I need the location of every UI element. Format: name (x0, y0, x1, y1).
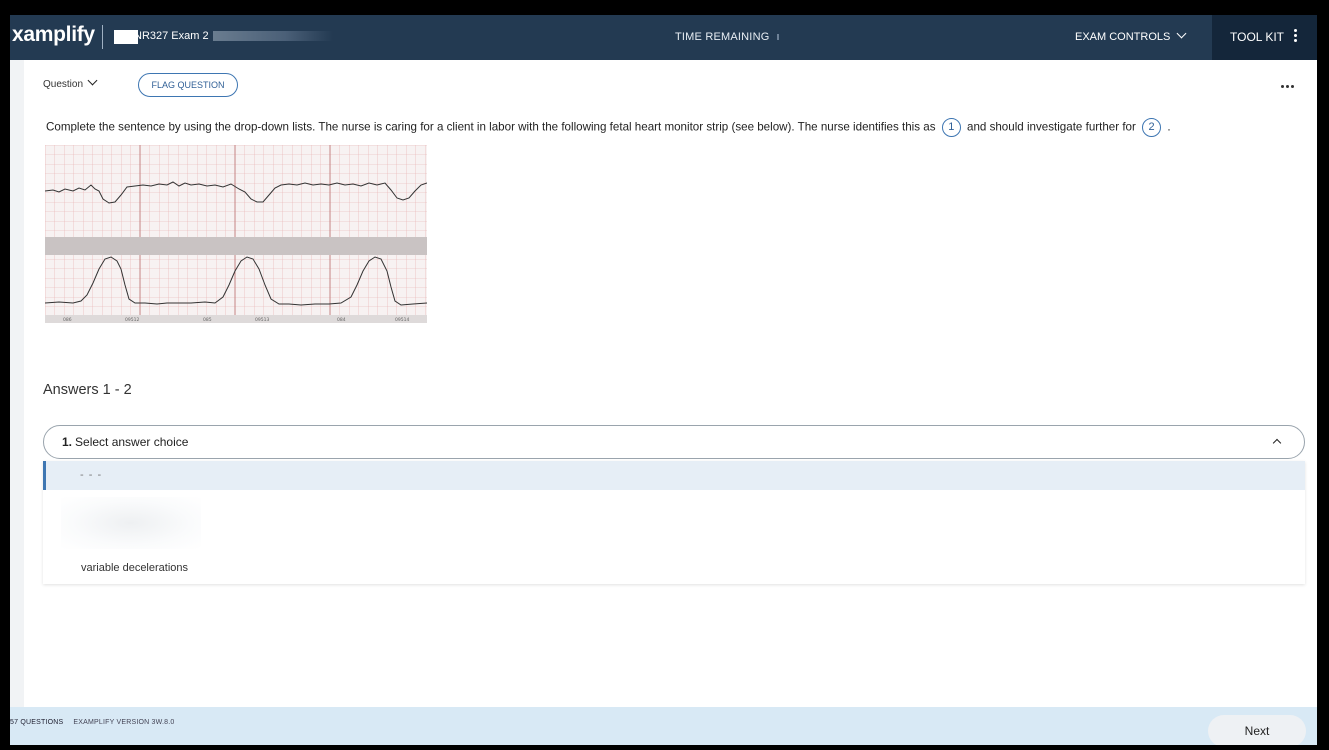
exam-window: xamplify NR327 Exam 2 TIME REMAINING EXA… (10, 15, 1317, 745)
option-placeholder[interactable]: - - - (43, 461, 1305, 490)
examplify-logo: xamplify (12, 23, 95, 46)
dropdown-placeholder: Select answer choice (75, 435, 189, 449)
fetal-heart-monitor-strip: 086 09512 085 09513 084 09514 (45, 145, 427, 323)
question-prompt: Complete the sentence by using the drop-… (46, 118, 1316, 137)
next-button[interactable]: Next (1208, 715, 1306, 745)
redacted-date (212, 31, 333, 42)
redacted-option (61, 497, 201, 549)
time-remaining-label: TIME REMAINING (675, 31, 770, 43)
blank-1-marker: 1 (941, 118, 961, 137)
footer-bar: 57 QUESTIONS EXAMPLIFY VERSION 3W.8.0 Nex… (10, 707, 1317, 745)
prompt-text-2: and should investigate further for (967, 120, 1136, 134)
top-bar: xamplify NR327 Exam 2 TIME REMAINING EXA… (10, 15, 1317, 60)
footer-info: 57 QUESTIONS EXAMPLIFY VERSION 3W.8.0 (10, 719, 175, 726)
exam-controls-menu[interactable]: EXAM CONTROLS (1075, 28, 1187, 43)
exam-controls-label: EXAM CONTROLS (1075, 31, 1171, 43)
prompt-text-1: Complete the sentence by using the drop-… (46, 120, 936, 134)
chevron-up-icon (1272, 438, 1282, 448)
strip-label-1: 086 (63, 317, 72, 323)
answer-options-list: - - - variable decelerations (43, 461, 1305, 584)
tool-kit-button[interactable]: TOOL KIT (1212, 15, 1317, 60)
answer-number: 1. (62, 435, 73, 449)
question-count: 57 QUESTIONS (10, 719, 64, 726)
option-placeholder-label: - - - (80, 469, 103, 481)
strip-label-3: 085 (203, 317, 212, 323)
blank-2-marker: 2 (1142, 118, 1162, 137)
chevron-down-icon (1176, 28, 1187, 39)
chevron-down-icon (87, 75, 98, 86)
time-remaining: TIME REMAINING (675, 31, 780, 43)
header-divider (102, 25, 103, 49)
left-gutter (10, 60, 24, 707)
exam-title-text: NR327 Exam 2 (134, 30, 209, 42)
answers-heading: Answers 1 - 2 (43, 382, 132, 398)
strip-label-2: 09512 (125, 317, 139, 323)
answer-1-dropdown[interactable]: 1. Select answer choice (43, 425, 1305, 459)
more-options-icon[interactable] (1281, 75, 1296, 93)
kebab-menu-icon (1294, 29, 1297, 44)
tool-kit-label: TOOL KIT (1230, 30, 1285, 44)
question-label: Question (43, 79, 84, 90)
prompt-end: . (1167, 120, 1171, 134)
flag-question-button[interactable]: FLAG QUESTION (138, 73, 238, 97)
dropdown-text: 1. Select answer choice (62, 435, 188, 449)
exam-title: NR327 Exam 2 (134, 30, 333, 42)
strip-label-4: 09513 (255, 317, 269, 323)
strip-label-6: 09514 (395, 317, 409, 323)
option-variable-decelerations[interactable]: variable decelerations (81, 562, 188, 574)
strip-label-5: 084 (337, 317, 346, 323)
timer-indicator (777, 34, 780, 41)
app-version: EXAMPLIFY VERSION 3W.8.0 (73, 719, 175, 726)
question-navigator[interactable]: Question​ (43, 75, 98, 90)
